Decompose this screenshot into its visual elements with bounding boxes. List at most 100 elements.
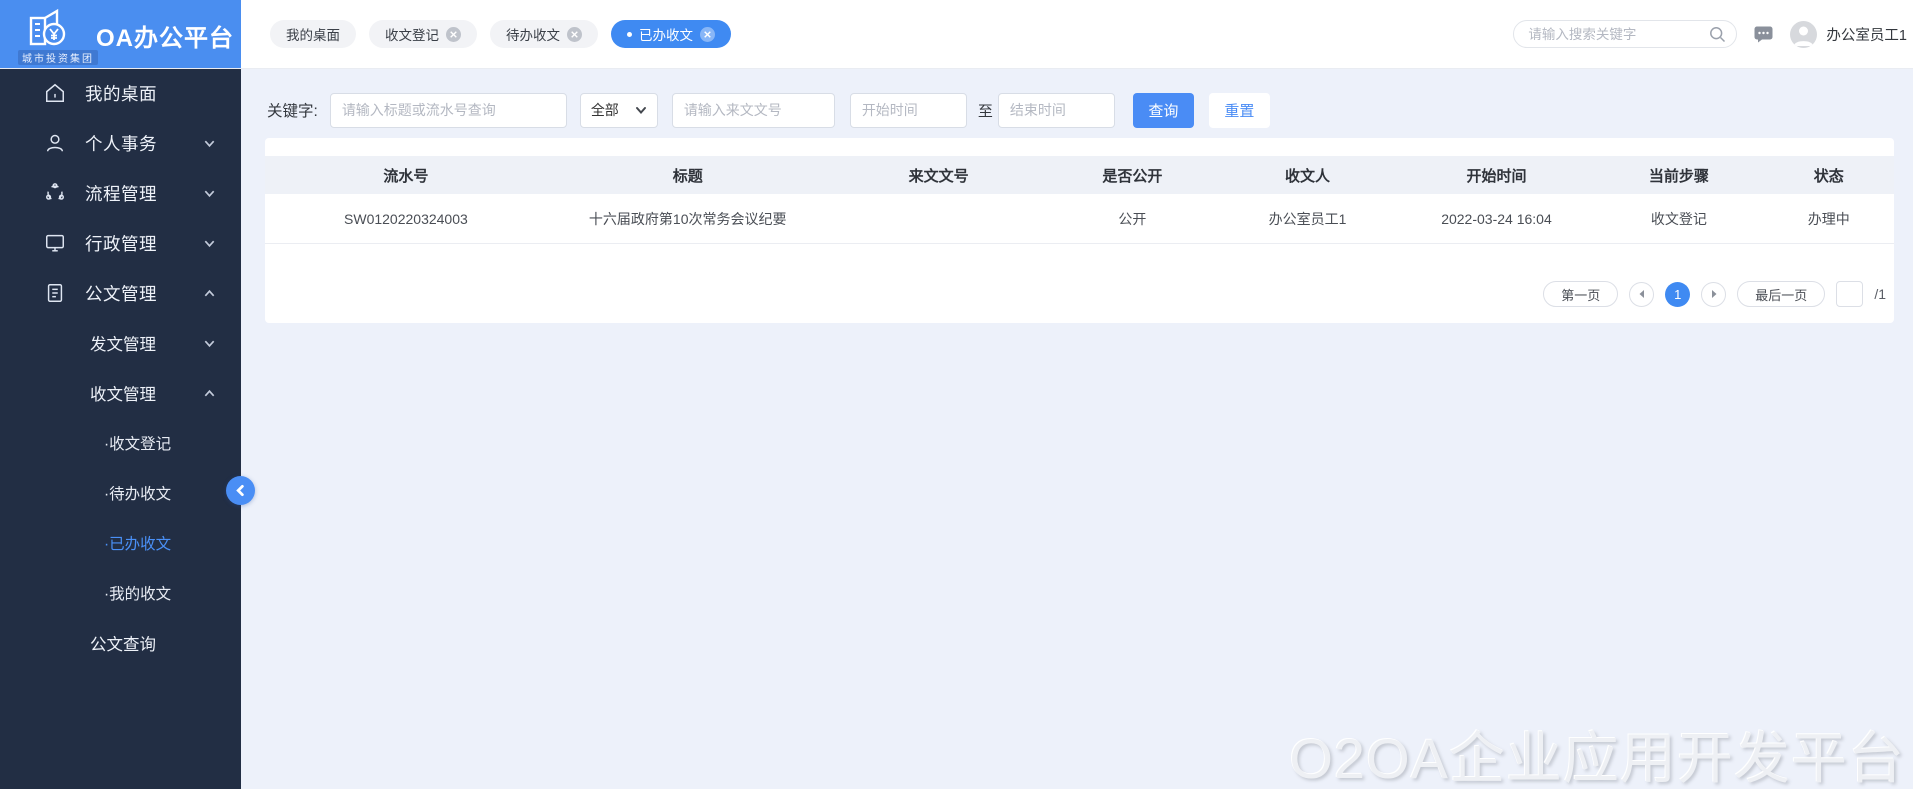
company-name: 城市投资集团 bbox=[18, 50, 98, 65]
sidebar-item-label: ·收文登记 bbox=[104, 436, 172, 453]
sidebar-item-label: ·待办收文 bbox=[104, 486, 172, 503]
sidebar-item-label: 我的桌面 bbox=[85, 83, 157, 104]
chevron-down-icon bbox=[204, 140, 215, 147]
cell-start-time: 2022-03-24 16:04 bbox=[1441, 210, 1552, 227]
document-icon bbox=[47, 284, 63, 302]
topbar-right-cluster: 办公室员工1 bbox=[1513, 0, 1907, 68]
search-icon[interactable] bbox=[1709, 26, 1726, 43]
tab-todo-receive[interactable]: 待办收文 bbox=[490, 20, 598, 48]
sidebar-item-my-desktop[interactable]: 我的桌面 bbox=[0, 68, 241, 118]
prev-page-button[interactable] bbox=[1629, 281, 1655, 307]
start-date-input[interactable] bbox=[849, 92, 967, 128]
sidebar-item-label: ·已办收文 bbox=[104, 536, 172, 553]
monitor-icon bbox=[46, 234, 64, 252]
col-header-serial: 流水号 bbox=[383, 167, 429, 185]
col-header-receiver: 收文人 bbox=[1285, 167, 1331, 185]
tab-label: 已办收文 bbox=[639, 28, 693, 43]
category-select[interactable]: 全部 bbox=[579, 92, 658, 128]
results-table: 流水号 标题 来文文号 是否公开 收文人 开始时间 当前步骤 状态 SW0120… bbox=[265, 156, 1894, 244]
sidebar-item-label: 收文管理 bbox=[90, 386, 156, 404]
col-header-current-step: 当前步骤 bbox=[1648, 167, 1709, 185]
cell-title[interactable]: 十六届政府第10次常务会议纪要 bbox=[547, 209, 829, 229]
tab-label: 待办收文 bbox=[506, 28, 560, 43]
pagination: 第一页 1 最后一页 /1 bbox=[265, 281, 1894, 307]
home-icon bbox=[46, 83, 64, 102]
cell-current-step: 收文登记 bbox=[1650, 210, 1707, 227]
chevron-down-icon bbox=[635, 107, 646, 115]
keyword-label: 关键字: bbox=[267, 103, 318, 120]
tab-label: 收文登记 bbox=[385, 28, 439, 43]
chevron-down-icon bbox=[204, 240, 215, 247]
col-header-title: 标题 bbox=[672, 167, 703, 185]
app-title: OA办公平台 bbox=[96, 25, 234, 52]
tab-receive-register[interactable]: 收文登记 bbox=[369, 20, 477, 48]
category-select-value: 全部 bbox=[590, 102, 619, 118]
chevron-left-icon bbox=[236, 484, 244, 497]
top-bar: OA办公平台 城市投资集团 我的桌面 收文登记 待办收文 已办收文 请输入搜索关… bbox=[0, 0, 1913, 68]
username: 办公室员工1 bbox=[1826, 27, 1907, 44]
query-button[interactable]: 查询 bbox=[1132, 92, 1194, 128]
sidebar-item-process-mgmt[interactable]: 流程管理 bbox=[0, 168, 241, 218]
table-header-row: 流水号 标题 来文文号 是否公开 收文人 开始时间 当前步骤 状态 bbox=[265, 156, 1894, 194]
sidebar-item-receive-register[interactable]: ·收文登记 bbox=[0, 418, 241, 468]
person-icon bbox=[1794, 26, 1814, 46]
doc-number-input[interactable] bbox=[671, 92, 835, 128]
first-page-button[interactable]: 第一页 bbox=[1543, 281, 1619, 307]
sidebar-item-done-receive[interactable]: ·已办收文 bbox=[0, 518, 241, 568]
message-icon[interactable] bbox=[1754, 26, 1773, 43]
sidebar-item-personal-affairs[interactable]: 个人事务 bbox=[0, 118, 241, 168]
chevron-up-icon bbox=[204, 389, 215, 396]
sidebar-collapse-button[interactable] bbox=[226, 476, 255, 505]
end-date-input[interactable] bbox=[997, 92, 1115, 128]
sidebar-item-admin-mgmt[interactable]: 行政管理 bbox=[0, 218, 241, 268]
sidebar-item-send-mgmt[interactable]: 发文管理 bbox=[0, 318, 241, 368]
company-logo-icon bbox=[29, 8, 66, 46]
sidebar-item-todo-receive[interactable]: ·待办收文 bbox=[0, 468, 241, 518]
sidebar-item-receive-mgmt[interactable]: 收文管理 bbox=[0, 368, 241, 418]
table-row[interactable]: SW0120220324003 十六届政府第10次常务会议纪要 公开 办公室员工… bbox=[265, 194, 1894, 244]
chevron-down-icon bbox=[204, 340, 215, 347]
last-page-button[interactable]: 最后一页 bbox=[1737, 281, 1826, 307]
sidebar-item-document-mgmt[interactable]: 公文管理 bbox=[0, 268, 241, 318]
cell-serial: SW0120220324003 bbox=[344, 210, 468, 227]
triangle-right-icon bbox=[1711, 290, 1717, 298]
process-icon bbox=[46, 183, 64, 200]
main-content: 关键字: 全部 至 查询 重置 流水号 标题 来文文号 是否公开 收文人 开始时… bbox=[241, 68, 1913, 789]
sidebar-item-label: 行政管理 bbox=[85, 233, 157, 254]
date-range-separator: 至 bbox=[977, 102, 993, 120]
triangle-left-icon bbox=[1639, 290, 1644, 298]
keyword-input[interactable] bbox=[329, 92, 567, 128]
col-header-status: 状态 bbox=[1813, 167, 1844, 185]
sidebar-item-label: 公文查询 bbox=[90, 636, 156, 654]
page-jump-input[interactable] bbox=[1836, 281, 1864, 307]
page-total: /1 bbox=[1874, 286, 1886, 302]
cell-receiver: 办公室员工1 bbox=[1268, 210, 1347, 227]
tab-my-desktop[interactable]: 我的桌面 bbox=[270, 20, 356, 48]
close-icon[interactable] bbox=[446, 26, 461, 42]
sidebar-item-label: 发文管理 bbox=[90, 336, 156, 354]
sidebar-item-label: ·我的收文 bbox=[104, 586, 172, 603]
user-menu[interactable]: 办公室员工1 bbox=[1790, 20, 1907, 48]
current-page-button[interactable]: 1 bbox=[1665, 281, 1691, 307]
tab-done-receive[interactable]: 已办收文 bbox=[611, 20, 731, 48]
col-header-public: 是否公开 bbox=[1102, 167, 1163, 185]
active-dot-icon bbox=[627, 31, 632, 37]
avatar bbox=[1790, 20, 1818, 48]
cell-public: 公开 bbox=[1118, 210, 1147, 227]
col-header-start-time: 开始时间 bbox=[1466, 167, 1527, 185]
global-search-input[interactable] bbox=[1528, 26, 1710, 42]
close-icon[interactable] bbox=[567, 26, 582, 42]
filter-bar: 关键字: 全部 至 查询 重置 bbox=[241, 68, 1913, 138]
sidebar-item-my-receive[interactable]: ·我的收文 bbox=[0, 568, 241, 618]
app-logo-block: OA办公平台 城市投资集团 bbox=[0, 0, 241, 68]
tab-label: 我的桌面 bbox=[286, 28, 340, 43]
global-search-box[interactable] bbox=[1513, 20, 1738, 48]
next-page-button[interactable] bbox=[1701, 281, 1727, 307]
open-tabs: 我的桌面 收文登记 待办收文 已办收文 bbox=[270, 0, 731, 68]
sidebar-item-document-query[interactable]: 公文查询 bbox=[0, 618, 241, 668]
close-icon[interactable] bbox=[700, 26, 715, 42]
results-card: 流水号 标题 来文文号 是否公开 收文人 开始时间 当前步骤 状态 SW0120… bbox=[265, 138, 1894, 323]
chevron-up-icon bbox=[204, 289, 215, 296]
reset-button[interactable]: 重置 bbox=[1208, 92, 1270, 128]
sidebar-nav: 我的桌面 个人事务 流程管理 行政管理 公文管理 发文管理 收文管理 ·收文登记… bbox=[0, 68, 241, 789]
